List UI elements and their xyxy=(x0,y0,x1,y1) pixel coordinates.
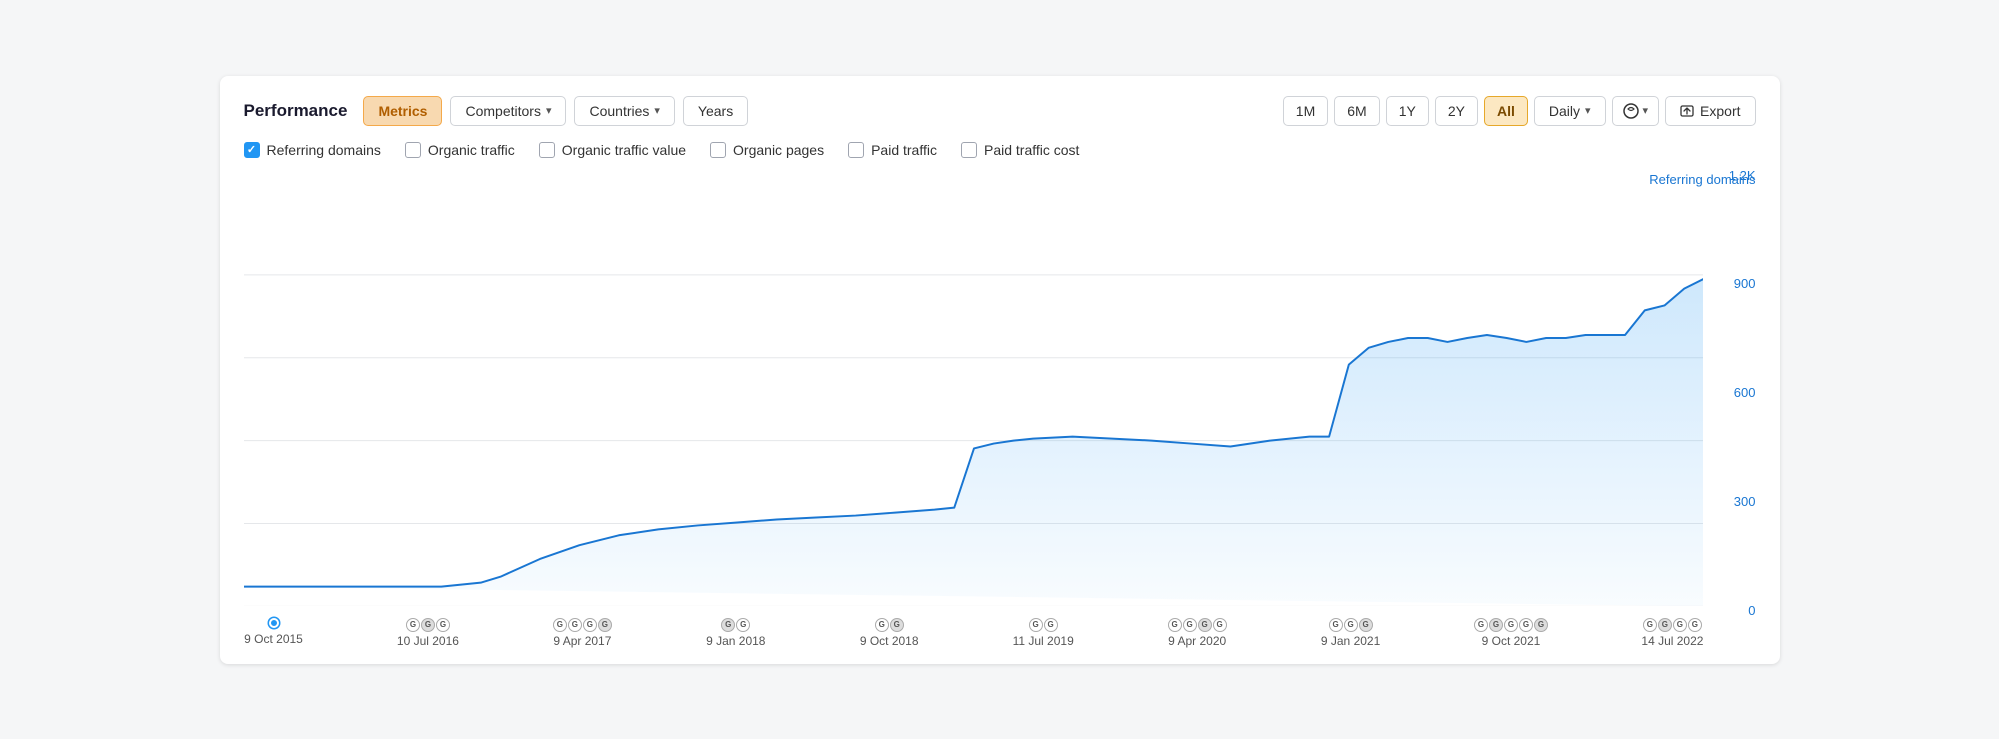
g-icon: G xyxy=(1519,618,1533,632)
chevron-down-icon: ▾ xyxy=(546,104,552,117)
g-icon: G xyxy=(1643,618,1657,632)
x-label-oct2021: G G G G G 9 Oct 2021 xyxy=(1474,618,1548,648)
checkbox-paid-traffic-cost[interactable] xyxy=(961,142,977,158)
checkbox-paid-traffic[interactable] xyxy=(848,142,864,158)
chevron-down-icon: ▾ xyxy=(654,104,660,117)
g-icon: G xyxy=(406,618,420,632)
g-icon: G xyxy=(568,618,582,632)
performance-card: Performance Metrics Competitors ▾ Countr… xyxy=(220,76,1780,664)
x-label-apr2017: G G G G 9 Apr 2017 xyxy=(552,618,612,648)
x-label-jan2018: G G 9 Jan 2018 xyxy=(706,618,766,648)
checkbox-referring-domains[interactable] xyxy=(244,142,260,158)
granularity-button[interactable]: Daily ▾ xyxy=(1534,96,1606,126)
g-icon: G xyxy=(736,618,750,632)
left-controls: Performance Metrics Competitors ▾ Countr… xyxy=(244,96,749,126)
g-icon: G xyxy=(1489,618,1503,632)
g-icon: G xyxy=(1198,618,1212,632)
g-icon: G xyxy=(875,618,889,632)
export-button[interactable]: Export xyxy=(1665,96,1755,126)
g-icon: G xyxy=(553,618,567,632)
g-icon: G xyxy=(436,618,450,632)
g-icon: G xyxy=(1359,618,1373,632)
time-1y[interactable]: 1Y xyxy=(1386,96,1429,126)
x-label-jul2016: G G G 10 Jul 2016 xyxy=(397,618,459,648)
g-icon: G xyxy=(721,618,735,632)
metric-organic-traffic[interactable]: Organic traffic xyxy=(405,142,515,158)
metric-referring-domains[interactable]: Referring domains xyxy=(244,142,381,158)
timeline-dot xyxy=(269,618,279,628)
checkbox-organic-traffic[interactable] xyxy=(405,142,421,158)
x-label-jul2019: G G 11 Jul 2019 xyxy=(1013,618,1074,648)
g-icon: G xyxy=(1474,618,1488,632)
comment-button[interactable]: ▾ xyxy=(1612,96,1660,126)
y-label-600: 600 xyxy=(1734,385,1756,400)
g-icon: G xyxy=(1673,618,1687,632)
y-axis: 1.2K 900 600 300 0 xyxy=(1708,168,1756,618)
x-axis: 9 Oct 2015 G G G 10 Jul 2016 G G G G xyxy=(244,618,1704,648)
header-row: Performance Metrics Competitors ▾ Countr… xyxy=(244,96,1756,126)
checkbox-organic-pages[interactable] xyxy=(710,142,726,158)
g-icon: G xyxy=(1029,618,1043,632)
tab-metrics[interactable]: Metrics xyxy=(363,96,442,126)
chevron-down-icon: ▾ xyxy=(1643,104,1649,117)
y-label-0: 0 xyxy=(1748,603,1755,618)
g-icon: G xyxy=(1168,618,1182,632)
g-icon: G xyxy=(1534,618,1548,632)
g-icon: G xyxy=(890,618,904,632)
metric-paid-traffic-cost[interactable]: Paid traffic cost xyxy=(961,142,1079,158)
g-icon: G xyxy=(1183,618,1197,632)
export-icon xyxy=(1680,104,1694,118)
time-1m[interactable]: 1M xyxy=(1283,96,1328,126)
x-label-oct2018: G G 9 Oct 2018 xyxy=(859,618,919,648)
y-label-300: 300 xyxy=(1734,494,1756,509)
time-all[interactable]: All xyxy=(1484,96,1528,126)
metrics-row: Referring domains Organic traffic Organi… xyxy=(244,142,1756,158)
x-label-apr2020: G G G G 9 Apr 2020 xyxy=(1167,618,1227,648)
g-icon: G xyxy=(421,618,435,632)
g-icon: G xyxy=(1504,618,1518,632)
chart-svg xyxy=(244,192,1704,606)
g-icon: G xyxy=(583,618,597,632)
tab-years[interactable]: Years xyxy=(683,96,748,126)
g-icon: G xyxy=(1329,618,1343,632)
g-icon: G xyxy=(1658,618,1672,632)
y-label-900: 900 xyxy=(1734,276,1756,291)
x-label-jan2021: G G G 9 Jan 2021 xyxy=(1321,618,1381,648)
y-label-1200: 1.2K xyxy=(1729,168,1756,183)
g-icon: G xyxy=(1213,618,1227,632)
x-label-oct2015: 9 Oct 2015 xyxy=(244,618,304,646)
g-icon: G xyxy=(598,618,612,632)
g-icon: G xyxy=(1344,618,1358,632)
g-icon: G xyxy=(1044,618,1058,632)
chart-container: Referring domains 1.2K 900 600 300 0 xyxy=(244,168,1756,648)
x-label-jul2022: G G G G 14 Jul 2022 xyxy=(1641,618,1703,648)
right-controls: 1M 6M 1Y 2Y All Daily ▾ ▾ Exp xyxy=(1283,96,1756,126)
checkbox-organic-traffic-value[interactable] xyxy=(539,142,555,158)
comment-icon xyxy=(1623,103,1639,119)
g-icon: G xyxy=(1688,618,1702,632)
tab-competitors[interactable]: Competitors ▾ xyxy=(450,96,566,126)
metric-organic-pages[interactable]: Organic pages xyxy=(710,142,824,158)
time-2y[interactable]: 2Y xyxy=(1435,96,1478,126)
tab-countries[interactable]: Countries ▾ xyxy=(574,96,674,126)
metric-organic-traffic-value[interactable]: Organic traffic value xyxy=(539,142,686,158)
chevron-down-icon: ▾ xyxy=(1585,104,1591,117)
time-6m[interactable]: 6M xyxy=(1334,96,1379,126)
page-title: Performance xyxy=(244,101,348,121)
metric-paid-traffic[interactable]: Paid traffic xyxy=(848,142,937,158)
